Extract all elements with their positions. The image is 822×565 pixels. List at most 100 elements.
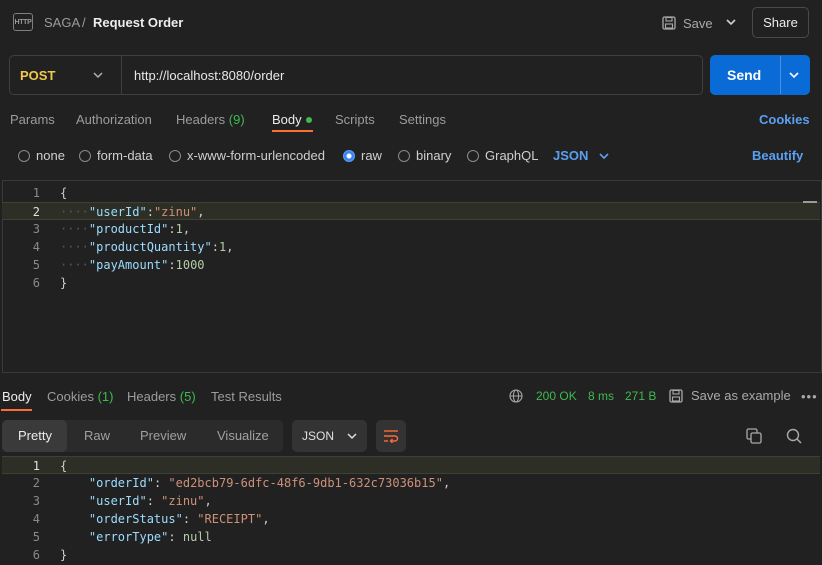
code-line: 3 "userId": "zinu", (2, 492, 820, 510)
json-sep: : (182, 512, 198, 526)
code-line: 4 "orderStatus": "RECEIPT", (2, 510, 820, 528)
line-number: 4 (32, 240, 40, 254)
view-pretty[interactable]: Pretty (18, 428, 52, 443)
chevron-down-icon[interactable] (724, 14, 738, 30)
response-size[interactable]: 271 B (625, 389, 656, 403)
json-key: "productId" (88, 222, 169, 236)
json-key: "payAmount" (88, 258, 169, 272)
code-text: } (60, 548, 68, 562)
radio-circle (79, 149, 91, 162)
response-tab-test-results[interactable]: Test Results (211, 389, 282, 404)
radio-circle (169, 149, 181, 162)
save-button[interactable]: Save (662, 12, 713, 34)
send-divider (780, 56, 781, 94)
response-format-label: JSON (302, 429, 335, 443)
chevron-down-icon (599, 152, 609, 159)
radio-urlencoded[interactable]: x-www-form-urlencoded (169, 148, 325, 163)
radio-none[interactable]: none (18, 148, 65, 163)
copy-icon[interactable] (746, 428, 762, 444)
radio-circle (398, 149, 410, 162)
beautify-button[interactable]: Beautify (752, 148, 803, 163)
response-format-select[interactable]: JSON (292, 420, 367, 452)
code-line: 3 ····"productId":1, (2, 220, 820, 238)
line-number: 1 (32, 186, 40, 200)
json-value: "zinu" (161, 494, 205, 508)
tab-headers-label: Headers (176, 112, 226, 127)
line-number: 4 (32, 512, 40, 526)
wrap-lines-icon (384, 430, 399, 443)
cookies-link[interactable]: Cookies (759, 112, 810, 127)
json-sep: : (211, 240, 219, 254)
radio-label: form-data (97, 148, 153, 163)
url-bar (9, 55, 703, 95)
response-tab-cookies-count: (1) (97, 389, 114, 404)
body-format-select[interactable]: JSON (553, 148, 610, 163)
code-line-current: 1 { (2, 456, 820, 474)
line-number: 5 (32, 258, 40, 272)
modified-dot (305, 116, 312, 123)
line-number: 6 (32, 276, 40, 290)
radio-label: raw (361, 148, 382, 163)
tab-authorization[interactable]: Authorization (76, 112, 152, 127)
tab-settings[interactable]: Settings (399, 112, 446, 127)
line-number: 3 (32, 222, 40, 236)
view-preview[interactable]: Preview (140, 428, 186, 443)
share-button[interactable]: Share (752, 7, 809, 38)
request-title[interactable]: Request Order (93, 15, 183, 30)
radio-circle (18, 149, 30, 162)
url-input[interactable]: http://localhost:8080/order (134, 68, 284, 83)
response-tab-cookies-label: Cookies (47, 389, 94, 404)
code-line: 6 } (2, 274, 820, 292)
radio-binary[interactable]: binary (398, 148, 451, 163)
json-punct: , (226, 240, 234, 254)
radio-circle (467, 149, 479, 162)
globe-icon[interactable] (509, 389, 523, 403)
radio-label: x-www-form-urlencoded (187, 148, 325, 163)
response-tab-headers-label: Headers (127, 389, 177, 404)
response-time[interactable]: 8 ms (588, 389, 614, 403)
editor-scroll-marker[interactable] (803, 201, 817, 203)
status-code[interactable]: 200 OK (536, 389, 577, 403)
http-icon: HTTP (13, 13, 33, 31)
radio-graphql[interactable]: GraphQL (467, 148, 538, 163)
code-line: 4 ····"productQuantity":1, (2, 238, 820, 256)
response-tab-body[interactable]: Body (2, 389, 32, 404)
json-value: 1000 (175, 258, 205, 272)
json-punct: , (182, 222, 191, 236)
tab-body-label: Body (272, 112, 302, 127)
tab-body[interactable]: Body (272, 112, 312, 127)
tab-headers[interactable]: Headers (9) (176, 112, 245, 127)
method-select[interactable]: POST (20, 68, 55, 83)
top-header: HTTP SAGA / Request Order Save Share (0, 0, 822, 46)
radio-label: none (36, 148, 65, 163)
json-key: "orderStatus" (88, 512, 183, 526)
line-number: 3 (32, 494, 40, 508)
view-visualize[interactable]: Visualize (217, 428, 269, 443)
line-number: 2 (32, 205, 40, 219)
save-icon (662, 16, 676, 30)
radio-form-data[interactable]: form-data (79, 148, 153, 163)
radio-raw[interactable]: raw (343, 148, 382, 163)
wrap-lines-button[interactable] (376, 420, 406, 452)
chevron-down-icon[interactable] (92, 68, 104, 82)
tab-scripts[interactable]: Scripts (335, 112, 375, 127)
breadcrumb-separator: / (82, 15, 86, 30)
response-tab-cookies[interactable]: Cookies (1) (47, 389, 113, 404)
json-punct: , (442, 476, 451, 490)
json-key: "userId" (88, 205, 147, 219)
json-punct: , (197, 205, 205, 219)
radio-label: binary (416, 148, 452, 163)
save-as-example-button[interactable]: Save as example (669, 388, 791, 403)
breadcrumb-collection[interactable]: SAGA (44, 15, 80, 30)
response-tab-headers[interactable]: Headers (5) (127, 389, 196, 404)
chevron-down-icon[interactable] (787, 68, 801, 82)
code-line: 5 ····"payAmount":1000 (2, 256, 820, 274)
radio-circle-checked (343, 149, 355, 162)
more-options-icon[interactable]: ••• (801, 389, 818, 404)
code-line-current: 2 ····"userId":"zinu", (2, 202, 820, 220)
url-divider (121, 56, 122, 94)
json-key: "orderId" (88, 476, 154, 490)
view-raw[interactable]: Raw (84, 428, 110, 443)
search-icon[interactable] (786, 428, 802, 444)
tab-params[interactable]: Params (10, 112, 55, 127)
